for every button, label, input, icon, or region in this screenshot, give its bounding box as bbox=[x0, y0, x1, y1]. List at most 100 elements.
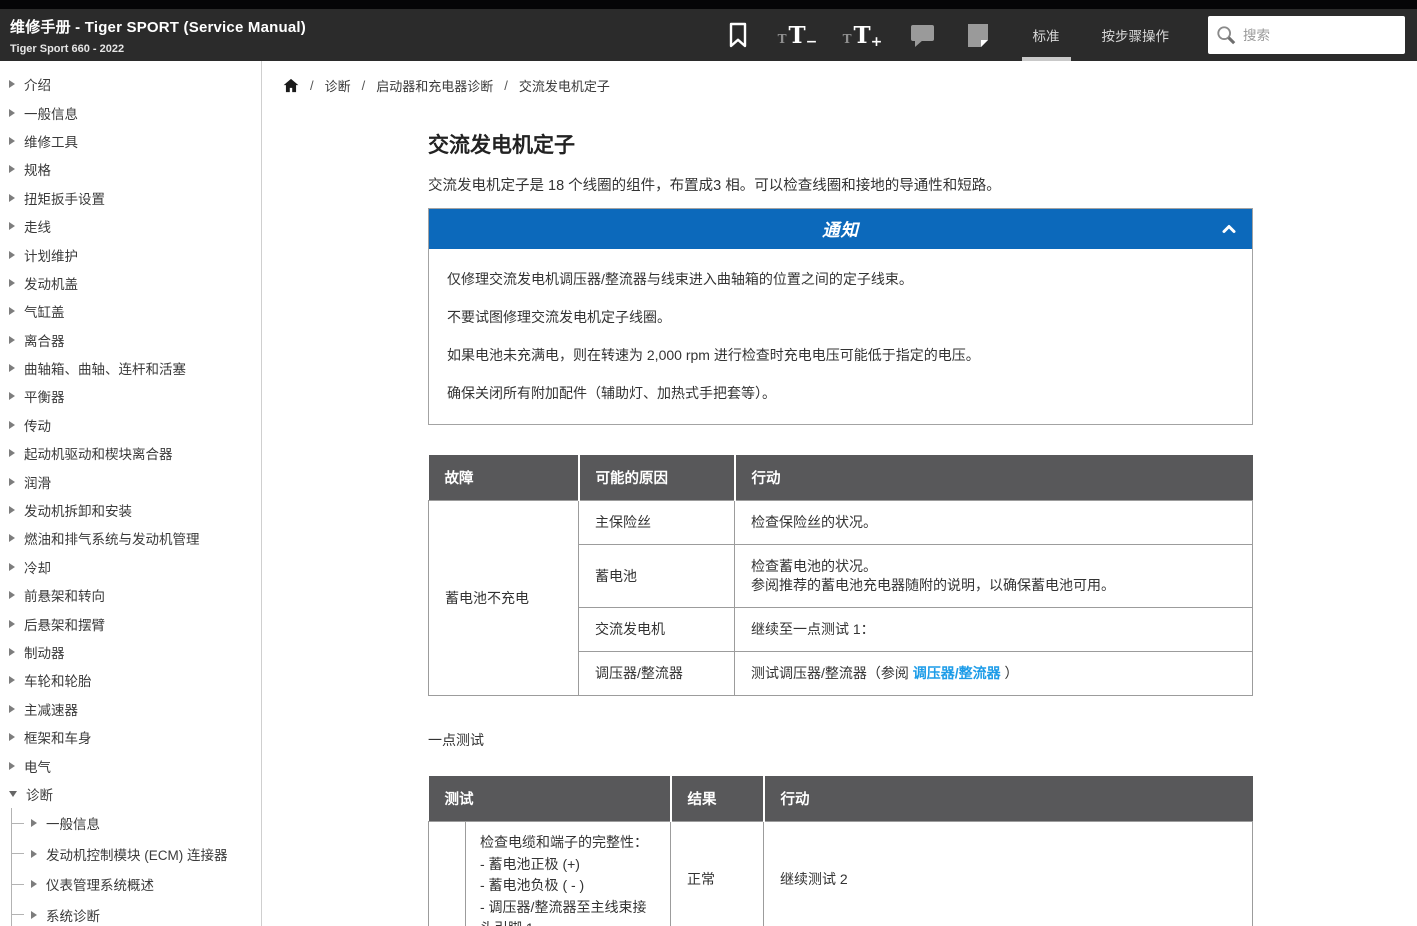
sidebar-item-label: 气缸盖 bbox=[24, 301, 65, 321]
sidebar-item[interactable]: 一般信息 bbox=[9, 98, 261, 126]
chevron-right-icon bbox=[9, 392, 15, 400]
sidebar-item[interactable]: 走线 bbox=[9, 212, 261, 240]
sidebar-subitem-label: 一般信息 bbox=[46, 813, 100, 833]
header-titles: 维修手册 - Tiger SPORT (Service Manual) Tige… bbox=[0, 16, 306, 55]
breadcrumb-item[interactable]: 诊断 bbox=[325, 76, 351, 95]
cause-cell: 主保险丝 bbox=[579, 501, 735, 545]
sidebar-item[interactable]: 起动机驱动和楔块离合器 bbox=[9, 439, 261, 467]
sidebar-item[interactable]: 制动器 bbox=[9, 638, 261, 666]
sidebar-item-label: 发动机盖 bbox=[24, 273, 78, 293]
notice-box: 通知 仅修理交流发电机调压器/整流器与线束进入曲轴箱的位置之间的定子线束。 不要… bbox=[428, 208, 1253, 425]
breadcrumb-separator: / bbox=[504, 78, 508, 93]
section-label: 一点测试 bbox=[428, 730, 1253, 750]
sidebar-subitem[interactable]: 仪表管理系统概述 bbox=[12, 869, 261, 900]
action-line: 参阅推荐的蓄电池充电器随附的说明，以确保蓄电池可用。 bbox=[751, 576, 1236, 595]
home-icon[interactable] bbox=[283, 78, 299, 93]
sidebar-item[interactable]: 维修工具 bbox=[9, 127, 261, 155]
chevron-right-icon bbox=[9, 762, 15, 770]
sidebar-item[interactable]: 框架和车身 bbox=[9, 723, 261, 751]
chevron-right-icon bbox=[9, 80, 15, 88]
sidebar-subitem[interactable]: 一般信息 bbox=[12, 808, 261, 839]
sidebar-item[interactable]: 后悬架和摆臂 bbox=[9, 609, 261, 637]
page-title: 交流发电机定子 bbox=[428, 129, 1253, 159]
bookmark-button[interactable] bbox=[721, 9, 755, 61]
sidebar-item[interactable]: 规格 bbox=[9, 155, 261, 183]
test-number-cell: 1 bbox=[429, 822, 466, 926]
font-increase-button[interactable]: TT+ bbox=[841, 9, 885, 61]
chevron-right-icon bbox=[31, 880, 37, 888]
chevron-right-icon bbox=[31, 819, 37, 827]
sidebar-subitem[interactable]: 发动机控制模块 (ECM) 连接器 bbox=[12, 839, 261, 870]
tree-branch bbox=[12, 914, 24, 915]
chevron-right-icon bbox=[9, 506, 15, 514]
sidebar-item[interactable]: 电气 bbox=[9, 751, 261, 779]
notice-header[interactable]: 通知 bbox=[429, 209, 1252, 249]
sidebar-item-label: 燃油和排气系统与发动机管理 bbox=[24, 528, 200, 548]
chevron-right-icon bbox=[9, 109, 15, 117]
sidebar-item[interactable]: 扭矩扳手设置 bbox=[9, 184, 261, 212]
tree-branch bbox=[12, 884, 24, 885]
sidebar-item-label: 起动机驱动和楔块离合器 bbox=[24, 443, 173, 463]
sidebar-item-label: 车轮和轮胎 bbox=[24, 670, 92, 690]
tab-step-by-step[interactable]: 按步骤操作 bbox=[1085, 9, 1187, 61]
sidebar-item-label: 曲轴箱、曲轴、连杆和活塞 bbox=[24, 358, 186, 378]
action-line: 检查蓄电池的状况。 bbox=[751, 557, 1236, 576]
sidebar-item[interactable]: 冷却 bbox=[9, 553, 261, 581]
sidebar-subitem[interactable]: 系统诊断 bbox=[12, 900, 261, 926]
sidebar-item[interactable]: 传动 bbox=[9, 411, 261, 439]
test-line: - 蓄电池负极 ( - ) bbox=[480, 875, 656, 897]
tab-standard[interactable]: 标准 bbox=[1016, 9, 1077, 61]
sidebar-item[interactable]: 计划维护 bbox=[9, 240, 261, 268]
tab-step-by-step-label: 按步骤操作 bbox=[1102, 25, 1170, 45]
breadcrumb-item[interactable]: 启动器和充电器诊断 bbox=[376, 76, 493, 95]
chevron-up-icon[interactable] bbox=[1219, 219, 1239, 239]
cause-cell: 调压器/整流器 bbox=[579, 652, 735, 696]
action-cell: 继续至一点测试 1： bbox=[735, 608, 1253, 652]
app-header: 维修手册 - Tiger SPORT (Service Manual) Tige… bbox=[0, 9, 1417, 61]
search-box[interactable] bbox=[1208, 16, 1405, 54]
sidebar-item[interactable]: 平衡器 bbox=[9, 382, 261, 410]
sidebar-item[interactable]: 气缸盖 bbox=[9, 297, 261, 325]
notice-line: 确保关闭所有附加配件（辅助灯、加热式手把套等）。 bbox=[447, 383, 1234, 403]
sidebar-item[interactable]: 润滑 bbox=[9, 467, 261, 495]
sidebar-item[interactable]: 燃油和排气系统与发动机管理 bbox=[9, 524, 261, 552]
sidebar-item[interactable]: 发动机拆卸和安装 bbox=[9, 496, 261, 524]
sidebar-item[interactable]: 发动机盖 bbox=[9, 269, 261, 297]
note-button[interactable] bbox=[961, 9, 995, 61]
window-top-strip bbox=[0, 0, 1417, 9]
sidebar-item[interactable]: 车轮和轮胎 bbox=[9, 666, 261, 694]
sidebar-item-label: 传动 bbox=[24, 415, 51, 435]
col-header-result: 结果 bbox=[671, 776, 764, 822]
sidebar-item-label: 平衡器 bbox=[24, 386, 65, 406]
search-input[interactable] bbox=[1243, 28, 1393, 43]
sidebar-item-label: 润滑 bbox=[24, 472, 51, 492]
sidebar-item[interactable]: 前悬架和转向 bbox=[9, 581, 261, 609]
sidebar-item[interactable]: 主减速器 bbox=[9, 695, 261, 723]
sidebar-item[interactable]: 离合器 bbox=[9, 326, 261, 354]
sidebar-item-diagnostics[interactable]: 诊断 bbox=[9, 780, 261, 808]
sidebar-item[interactable]: 曲轴箱、曲轴、连杆和活塞 bbox=[9, 354, 261, 382]
chevron-right-icon bbox=[9, 648, 15, 656]
sidebar-item[interactable]: 介绍 bbox=[9, 70, 261, 98]
test-table-header-row: 测试 结果 行动 bbox=[429, 776, 1253, 822]
chevron-right-icon bbox=[9, 676, 15, 684]
test-description-cell: 检查电缆和端子的完整性： - 蓄电池正极 (+) - 蓄电池负极 ( - ) -… bbox=[466, 822, 671, 926]
breadcrumb-item-current: 交流发电机定子 bbox=[519, 76, 610, 95]
test-line: - 调压器/整流器至主线束接头引脚 1 bbox=[480, 897, 656, 926]
fault-table-header-row: 故障 可能的原因 行动 bbox=[429, 455, 1253, 501]
font-decrease-button[interactable]: TT− bbox=[776, 9, 820, 61]
comment-button[interactable] bbox=[906, 9, 940, 61]
chevron-right-icon bbox=[9, 251, 15, 259]
main-content: / 诊断 / 启动器和充电器诊断 / 交流发电机定子 交流发电机定子 交流发电机… bbox=[262, 61, 1417, 926]
action-cell: 继续测试 2 bbox=[764, 822, 1253, 926]
action-text: 测试调压器/整流器（参阅 bbox=[751, 665, 913, 681]
sidebar-item-label: 电气 bbox=[24, 756, 51, 776]
bookmark-icon bbox=[726, 21, 750, 49]
sidebar-item-label: 主减速器 bbox=[24, 699, 78, 719]
intro-paragraph: 交流发电机定子是 18 个线圈的组件，布置成3 相。可以检查线圈和接地的导通性和… bbox=[428, 174, 1253, 195]
chevron-right-icon bbox=[9, 336, 15, 344]
test-line: - 蓄电池正极 (+) bbox=[480, 854, 656, 876]
chevron-right-icon bbox=[9, 449, 15, 457]
regulator-rectifier-link[interactable]: 调压器/整流器 bbox=[913, 665, 1001, 681]
font-increase-icon: T bbox=[843, 32, 852, 46]
